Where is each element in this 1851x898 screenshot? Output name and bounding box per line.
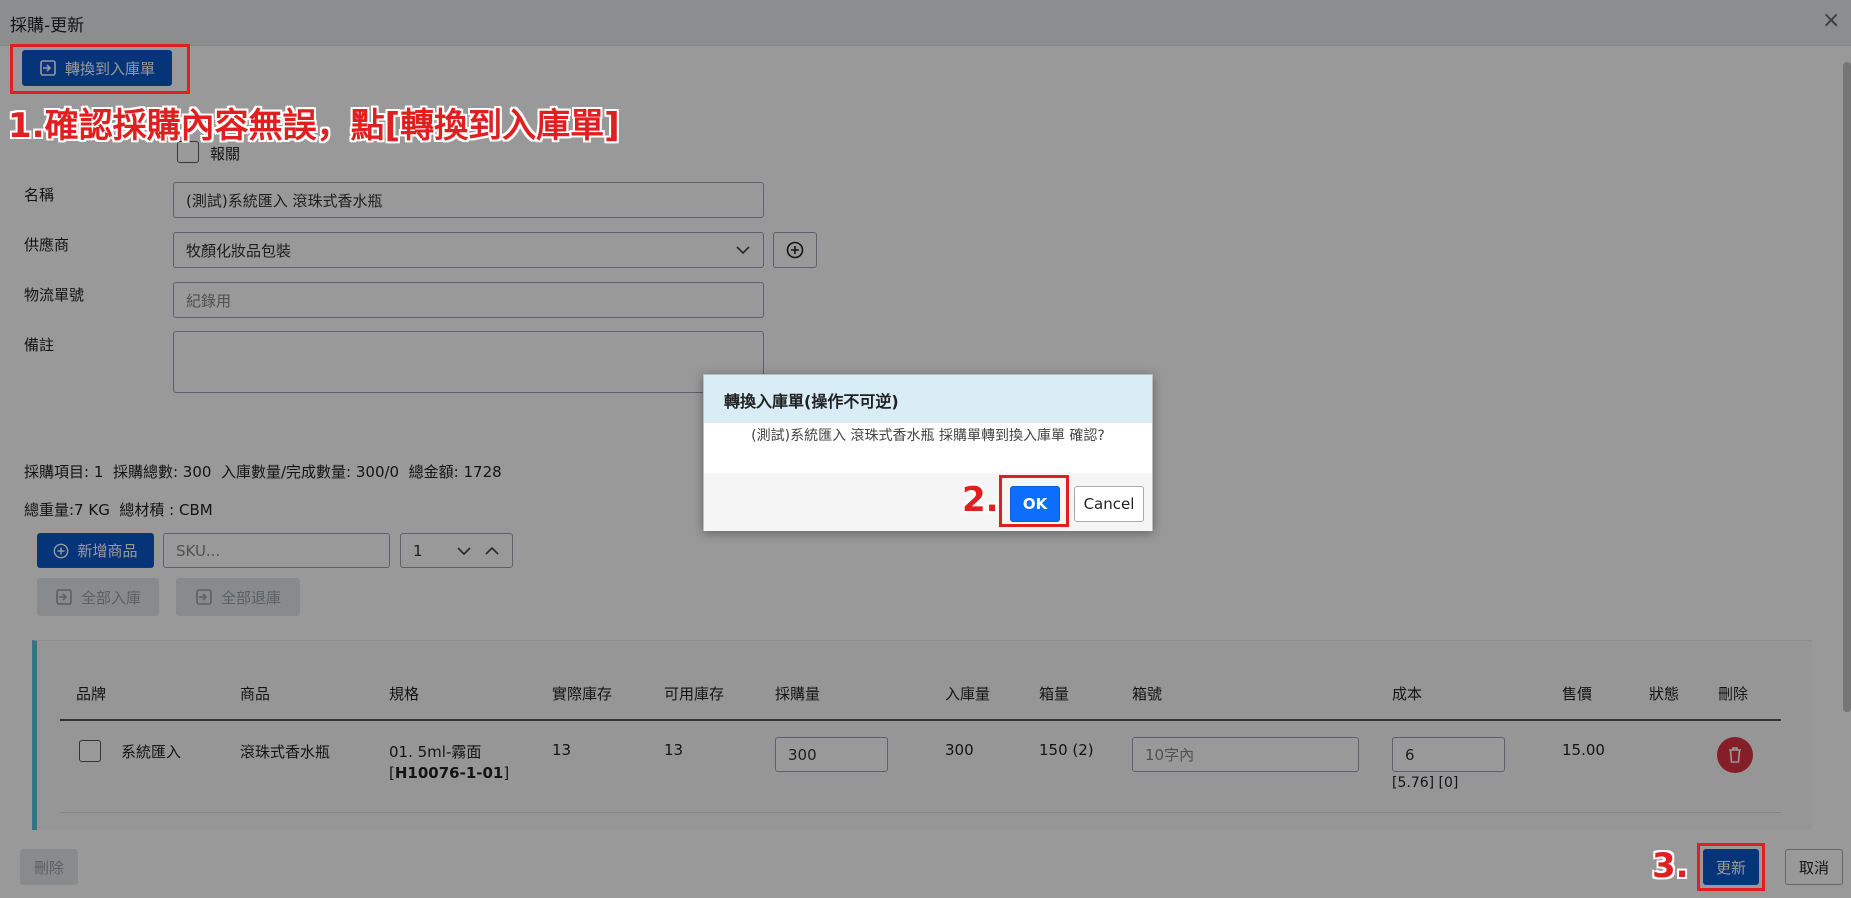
- annotation-box-ok: [999, 475, 1069, 527]
- annotation-step-1: 1.確認採購內容無誤，點[轉換到入庫單]: [8, 106, 620, 146]
- annotation-step-3: 3.: [1652, 846, 1689, 886]
- confirm-dialog: 轉換入庫單(操作不可逆) (測試)系統匯入 滾珠式香水瓶 採購單轉到換入庫單 確…: [703, 374, 1153, 531]
- dialog-cancel-button[interactable]: Cancel: [1074, 486, 1144, 522]
- dialog-title: 轉換入庫單(操作不可逆): [724, 392, 899, 411]
- annotation-box-update: [1697, 843, 1765, 891]
- dialog-message: (測試)系統匯入 滾珠式香水瓶 採購單轉到換入庫單 確認?: [751, 428, 1105, 444]
- annotation-step-2: 2.: [962, 480, 999, 520]
- annotation-box-convert: [10, 44, 190, 94]
